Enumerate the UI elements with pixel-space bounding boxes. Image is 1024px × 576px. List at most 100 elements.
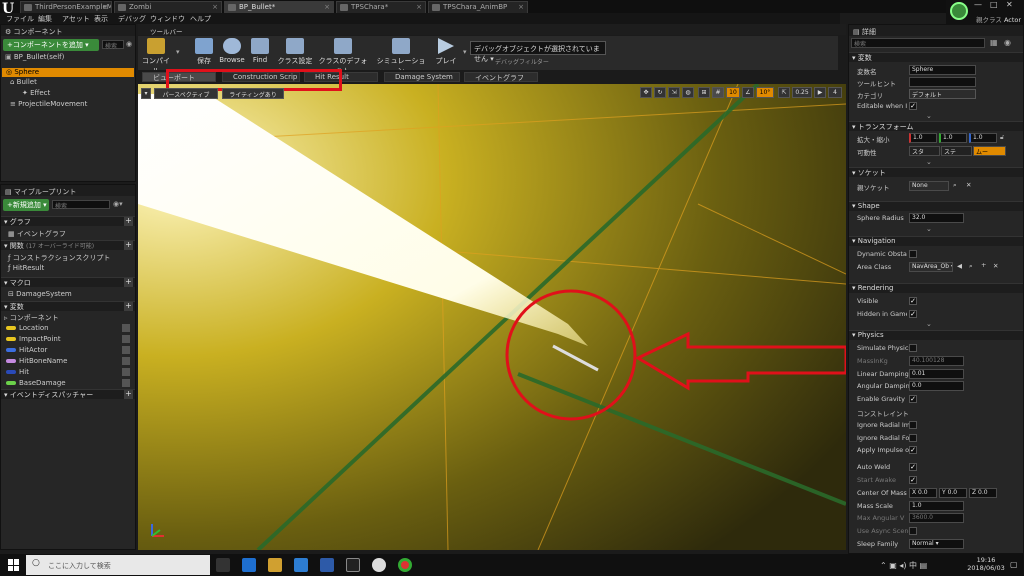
section-graph[interactable]: ▾ グラフ	[1, 216, 135, 226]
grid-snap-icon[interactable]: #	[712, 87, 724, 98]
lock-icon[interactable]: 🔓︎	[1000, 133, 1004, 142]
scale-snap-value[interactable]: 0.25	[792, 87, 812, 98]
mobility-stationary-option[interactable]: ステ	[941, 146, 972, 156]
add-dispatcher-icon[interactable]: +	[124, 390, 133, 399]
source-control-icon[interactable]	[950, 2, 968, 20]
perspective-button[interactable]: パースペクティブ	[154, 88, 218, 99]
editable-checkbox[interactable]: ✓	[909, 102, 917, 110]
maximize-icon[interactable]: □	[990, 0, 998, 9]
menu-file[interactable]: ファイル	[6, 14, 34, 24]
back-arrow-icon[interactable]: ◀	[957, 262, 962, 270]
menu-help[interactable]: ヘルプ	[190, 14, 211, 24]
add-function-icon[interactable]: +	[124, 241, 133, 250]
add-icon[interactable]: +	[981, 261, 986, 269]
menu-window[interactable]: ウィンドウ	[150, 14, 185, 24]
parent-class-link[interactable]: Actor	[1004, 16, 1021, 24]
viewport-options-icon[interactable]: ▾	[141, 88, 151, 99]
tree-item-projectile[interactable]: ≡ ProjectileMovement	[10, 100, 87, 108]
scale-snap-icon[interactable]: ⇱	[778, 87, 790, 98]
event-graph-item[interactable]: ▦ イベントグラフ	[8, 229, 66, 239]
tab-animbp[interactable]: TPSChara_AnimBP ×	[428, 1, 528, 13]
add-variable-icon[interactable]: +	[124, 302, 133, 311]
viewport[interactable]	[138, 84, 846, 550]
play-options-icon[interactable]: ▾	[463, 48, 467, 56]
clear-icon[interactable]: ✕	[993, 262, 998, 270]
physics-checkbox[interactable]	[909, 433, 917, 442]
physics-value-input[interactable]: 0.0	[909, 381, 964, 392]
add-new-button[interactable]: +新規追加 ▾	[3, 199, 49, 211]
expand-advanced-icon[interactable]: ⌄	[926, 112, 932, 120]
tooltip-input[interactable]	[909, 77, 976, 87]
scale-icon[interactable]: ⇲	[668, 87, 680, 98]
add-component-button[interactable]: +コンポーネントを追加 ▾	[3, 39, 99, 51]
section-variable[interactable]: ▾ 変数	[849, 52, 1023, 62]
tab-event-graph[interactable]: イベントグラフ	[464, 72, 538, 82]
minimize-icon[interactable]: —	[974, 0, 982, 9]
area-class-dropdown[interactable]: NavArea_Ob ▾	[909, 262, 953, 272]
expand-advanced-icon[interactable]: ⌄	[926, 320, 932, 328]
variable-item[interactable]: BaseDamage	[6, 379, 134, 387]
system-tray-icons[interactable]: ⌃ ▣ ◂) 中 ▤	[880, 560, 927, 571]
world-icon[interactable]: ◍	[682, 87, 694, 98]
rotation-snap-icon[interactable]: ∠	[742, 87, 754, 98]
menu-asset[interactable]: アセット	[62, 14, 90, 24]
variable-item[interactable]: HitBoneName	[6, 357, 134, 365]
tab-tpschara[interactable]: TPSChara* ×	[336, 1, 426, 13]
search-icon[interactable]: ⌕	[953, 181, 957, 190]
compile-button[interactable]: コンパイル	[140, 38, 172, 75]
visibility-eye-icon[interactable]	[122, 324, 130, 332]
blueprint-search-input[interactable]: 検索	[52, 200, 110, 210]
variable-item[interactable]: ImpactPoint	[6, 335, 134, 343]
section-dispatchers[interactable]: ▾ イベントディスパッチャー	[1, 389, 135, 399]
section-navigation[interactable]: ▾ Navigation	[849, 236, 1023, 246]
physics-value-input[interactable]: Normal ▾	[909, 539, 964, 549]
expand-advanced-icon[interactable]: ⌄	[926, 158, 932, 166]
edge-icon[interactable]	[242, 558, 256, 572]
variable-item[interactable]: Location	[6, 324, 134, 332]
physics-checkbox[interactable]: ✓	[909, 446, 917, 455]
tree-item-self[interactable]: ▣ BP_Bullet(self)	[5, 53, 64, 61]
physics-checkbox[interactable]	[909, 420, 917, 429]
mail-icon[interactable]	[320, 558, 334, 572]
visibility-eye-icon[interactable]	[122, 335, 130, 343]
scale-y-input[interactable]: 1.0	[939, 133, 967, 143]
tab-map[interactable]: ThirdPersonExampleMap*×	[20, 1, 112, 13]
visibility-eye-icon[interactable]	[122, 357, 130, 365]
visibility-eye-icon[interactable]	[122, 346, 130, 354]
visibility-eye-icon[interactable]	[122, 368, 130, 376]
menu-edit[interactable]: 編集	[38, 14, 52, 24]
physics-checkbox[interactable]: ✓	[909, 476, 917, 484]
tab-damage-system[interactable]: Damage System	[384, 72, 460, 82]
chrome-icon[interactable]	[398, 558, 412, 572]
tab-zombi[interactable]: Zombi ×	[114, 1, 222, 13]
physics-value-input[interactable]: 1.0	[909, 500, 964, 511]
compile-options-icon[interactable]: ▾	[176, 48, 180, 56]
scale-z-input[interactable]: 1.0	[969, 133, 997, 143]
parent-socket-value[interactable]: None	[909, 181, 949, 191]
close-icon[interactable]: ×	[324, 3, 330, 11]
physics-value-input[interactable]: 0.01	[909, 368, 964, 379]
tree-item-sphere[interactable]: ◎ Sphere	[2, 68, 134, 77]
translate-icon[interactable]: ✥	[640, 87, 652, 98]
sphere-radius-input[interactable]: 32.0	[909, 213, 964, 223]
lit-button[interactable]: ライティングあり	[222, 88, 284, 99]
close-icon[interactable]: ×	[416, 3, 422, 11]
close-icon[interactable]: ×	[212, 3, 218, 11]
task-view-icon[interactable]	[216, 558, 230, 572]
physics-checkbox[interactable]	[909, 527, 917, 536]
construction-script-item[interactable]: ƒ コンストラクションスクリプト	[8, 253, 110, 263]
explorer-icon[interactable]	[268, 558, 282, 572]
var-name-input[interactable]: Sphere	[909, 65, 976, 75]
grid-snap-value[interactable]: 10	[726, 87, 740, 98]
physics-checkbox[interactable]: ✓	[909, 463, 917, 472]
clock[interactable]: 19:16 2018/06/03	[966, 556, 1006, 572]
view-options-icon[interactable]: ◉	[1004, 38, 1011, 47]
physics-value-input[interactable]: 3600.0	[909, 513, 964, 524]
taskbar-search-input[interactable]: ここに入力して検索	[26, 555, 210, 575]
property-matrix-icon[interactable]: ▦	[990, 38, 998, 47]
physics-checkbox[interactable]: ✓	[909, 395, 917, 404]
variable-item[interactable]: Hit	[6, 368, 134, 376]
section-shape[interactable]: ▾ Shape	[849, 201, 1023, 211]
menu-view[interactable]: 表示	[94, 14, 108, 24]
class-settings-button[interactable]: クラス設定	[276, 38, 314, 68]
